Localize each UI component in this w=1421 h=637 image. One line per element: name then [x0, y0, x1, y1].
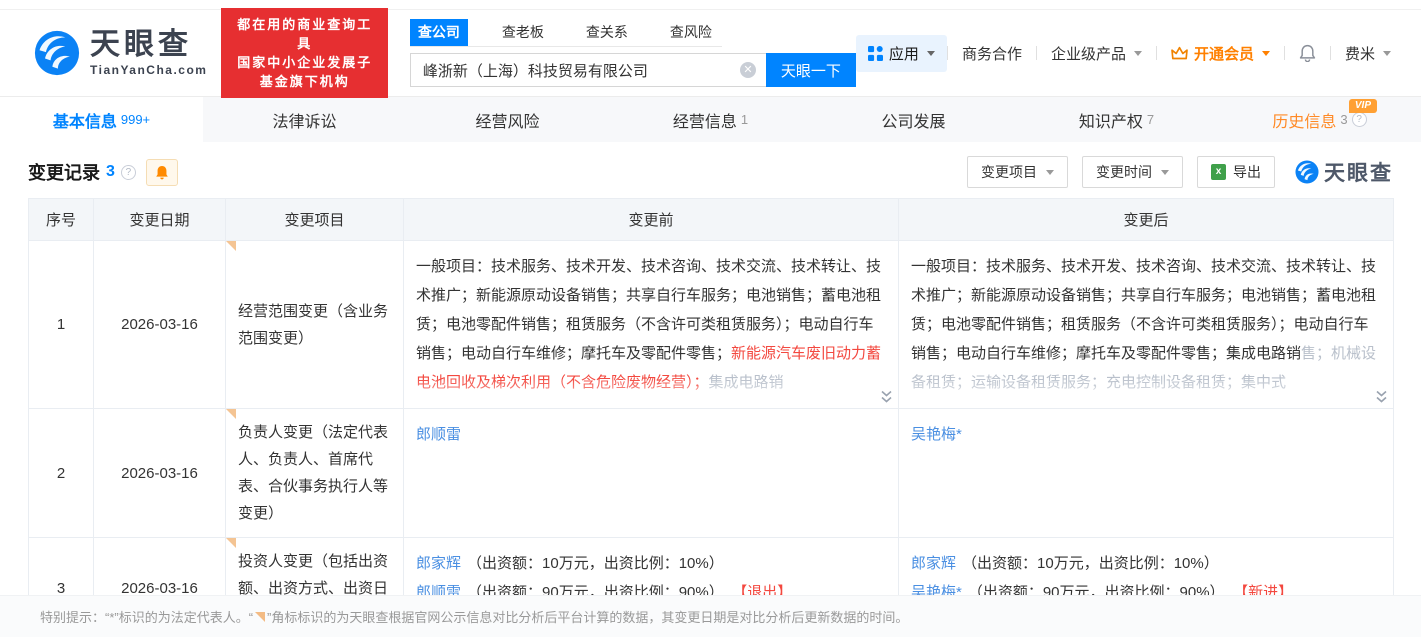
cell-no: 2	[29, 409, 94, 538]
user-menu[interactable]: 费米	[1331, 43, 1405, 64]
tab-operation-risk[interactable]: 经营风险	[406, 97, 609, 142]
help-icon[interactable]: ?	[121, 165, 136, 180]
search-input[interactable]	[410, 53, 766, 87]
excel-icon: x	[1211, 164, 1226, 180]
search-tabs: 查公司 查老板 查关系 查风险	[410, 19, 722, 47]
export-button[interactable]: x 导出	[1197, 156, 1275, 188]
person-link[interactable]: 郎顺雷	[416, 426, 461, 443]
monitor-bell-button[interactable]	[146, 159, 178, 186]
cell-change-item: 负责人变更（法定代表人、负责人、首席代表、合伙事务执行人等变更）	[226, 409, 404, 538]
apps-button[interactable]: 应用	[856, 35, 947, 72]
search-tab-risk[interactable]: 查风险	[662, 19, 720, 46]
slogan-line2: 国家中小企业发展子基金旗下机构	[231, 53, 377, 91]
open-vip-link[interactable]: 开通会员	[1157, 43, 1284, 64]
computed-corner-mark-icon	[226, 241, 236, 251]
table-header-row: 序号 变更日期 变更项目 变更前 变更后	[29, 199, 1394, 241]
chevron-down-icon	[1161, 170, 1169, 175]
expand-chevron-icon[interactable]	[880, 390, 893, 404]
page: 天眼查 TianYanCha.com 都在用的商业查询工具 国家中小企业发展子基…	[0, 0, 1421, 637]
tab-intellectual-property[interactable]: 知识产权 7	[1015, 97, 1218, 142]
cell-line: 郎顺雷	[416, 420, 886, 449]
apps-grid-icon	[868, 46, 883, 61]
help-icon[interactable]: ?	[1352, 112, 1367, 127]
person-link[interactable]: 郎家辉	[416, 555, 461, 572]
tab-legal-litigation[interactable]: 法律诉讼	[203, 97, 406, 142]
corner-mark-icon	[255, 612, 265, 622]
change-table-body: 12026-03-16经营范围变更（含业务范围变更）一般项目：技术服务、技术开发…	[29, 241, 1394, 637]
chevron-down-icon	[1262, 51, 1270, 56]
tab-operation-info[interactable]: 经营信息 1	[609, 97, 812, 142]
chevron-down-icon	[1134, 51, 1142, 56]
cell-line: 郎家辉 （出资额：10万元，出资比例：10%）	[416, 549, 886, 578]
col-header-before: 变更前	[404, 199, 899, 241]
enterprise-products-link[interactable]: 企业级产品	[1037, 43, 1156, 64]
person-link[interactable]: 郎家辉	[911, 555, 956, 572]
notifications-button[interactable]	[1285, 44, 1330, 62]
vip-badge: VIP	[1349, 99, 1377, 113]
search-block: 查公司 查老板 查关系 查风险 ✕ 天眼一下	[410, 19, 856, 87]
header-right: 应用 商务合作 企业级产品 开通会员	[856, 35, 1405, 72]
table-row: 22026-03-16负责人变更（法定代表人、负责人、首席代表、合伙事务执行人等…	[29, 409, 1394, 538]
cell-after: 一般项目：技术服务、技术开发、技术咨询、技术交流、技术转让、技术推广；新能源原动…	[899, 241, 1394, 409]
top-strip	[0, 0, 1421, 10]
filter-change-item-button[interactable]: 变更项目	[967, 156, 1068, 188]
cell-line: 郎家辉 （出资额：10万元，出资比例：10%）	[911, 549, 1381, 578]
slogan-line1: 都在用的商业查询工具	[231, 15, 377, 53]
cell-line: 吴艳梅*	[911, 420, 1381, 449]
tianyancha-logo-icon	[34, 30, 80, 76]
expand-chevron-icon[interactable]	[1375, 390, 1388, 404]
cell-text: 集成电路销	[709, 374, 784, 391]
tab-company-development[interactable]: 公司发展	[812, 97, 1015, 142]
cell-after: 吴艳梅*	[899, 409, 1394, 538]
tab-history-info[interactable]: VIP 历史信息 3 ?	[1218, 97, 1421, 142]
col-header-item: 变更项目	[226, 199, 404, 241]
search-tab-relation[interactable]: 查关系	[578, 19, 636, 46]
col-header-after: 变更后	[899, 199, 1394, 241]
cell-before: 郎顺雷	[404, 409, 899, 538]
section-count: 3	[106, 163, 115, 181]
brand-domain: TianYanCha.com	[90, 64, 207, 76]
clear-icon[interactable]: ✕	[740, 62, 756, 78]
cell-text: （出资额：10万元，出资比例：10%）	[962, 555, 1219, 572]
col-header-no: 序号	[29, 199, 94, 241]
filter-change-time-button[interactable]: 变更时间	[1082, 156, 1183, 188]
brand-name: 天眼查	[90, 30, 207, 60]
footer-note: 特别提示：“*”标识的为法定代表人。“ ”角标标识的为天眼查根据官网公示信息对比…	[0, 595, 1421, 637]
computed-corner-mark-icon	[226, 409, 236, 419]
cell-date: 2026-03-16	[94, 409, 226, 538]
cell-before: 一般项目：技术服务、技术开发、技术咨询、技术交流、技术转让、技术推广；新能源原动…	[404, 241, 899, 409]
change-record-section-head: 变更记录 3 ? 变更项目 变更时间 x 导出	[0, 142, 1421, 198]
apps-label: 应用	[889, 43, 919, 64]
tianyancha-logo[interactable]: 天眼查 TianYanCha.com	[34, 30, 207, 76]
search-button[interactable]: 天眼一下	[766, 53, 856, 87]
tianyancha-watermark: 天眼查	[1295, 157, 1393, 187]
company-nav-tabs: 基本信息 999+ 法律诉讼 经营风险 经营信息 1 公司发展 知识产权 7 V…	[0, 96, 1421, 142]
crown-icon	[1171, 46, 1188, 61]
col-header-date: 变更日期	[94, 199, 226, 241]
section-title: 变更记录	[28, 159, 100, 185]
business-cooperation-link[interactable]: 商务合作	[948, 43, 1036, 64]
footer-note-suffix: ”角标标识的为天眼查根据官网公示信息对比分析后平台计算的数据，其变更日期是对比分…	[267, 607, 908, 626]
change-record-table: 序号 变更日期 变更项目 变更前 变更后 12026-03-16经营范围变更（含…	[28, 198, 1394, 637]
search-tab-boss[interactable]: 查老板	[494, 19, 552, 46]
chevron-down-icon	[1383, 51, 1391, 56]
cell-date: 2026-03-16	[94, 241, 226, 409]
tab-basic-info[interactable]: 基本信息 999+	[0, 97, 203, 142]
cell-no: 1	[29, 241, 94, 409]
search-tab-company[interactable]: 查公司	[410, 19, 468, 46]
brand-slogan: 都在用的商业查询工具 国家中小企业发展子基金旗下机构	[221, 8, 387, 98]
bell-icon	[155, 165, 169, 180]
person-link[interactable]: 吴艳梅*	[911, 426, 962, 443]
bell-icon	[1299, 44, 1316, 62]
table-row: 12026-03-16经营范围变更（含业务范围变更）一般项目：技术服务、技术开发…	[29, 241, 1394, 409]
footer-note-prefix: 特别提示：“*”标识的为法定代表人。“	[40, 607, 253, 626]
cell-text: （出资额：10万元，出资比例：10%）	[467, 555, 724, 572]
cell-change-item: 经营范围变更（含业务范围变更）	[226, 241, 404, 409]
chevron-down-icon	[1046, 170, 1054, 175]
tianyancha-logo-icon	[1295, 160, 1319, 184]
site-header: 天眼查 TianYanCha.com 都在用的商业查询工具 国家中小企业发展子基…	[0, 10, 1421, 96]
computed-corner-mark-icon	[226, 538, 236, 548]
chevron-down-icon	[927, 51, 935, 56]
username: 费米	[1345, 43, 1375, 64]
